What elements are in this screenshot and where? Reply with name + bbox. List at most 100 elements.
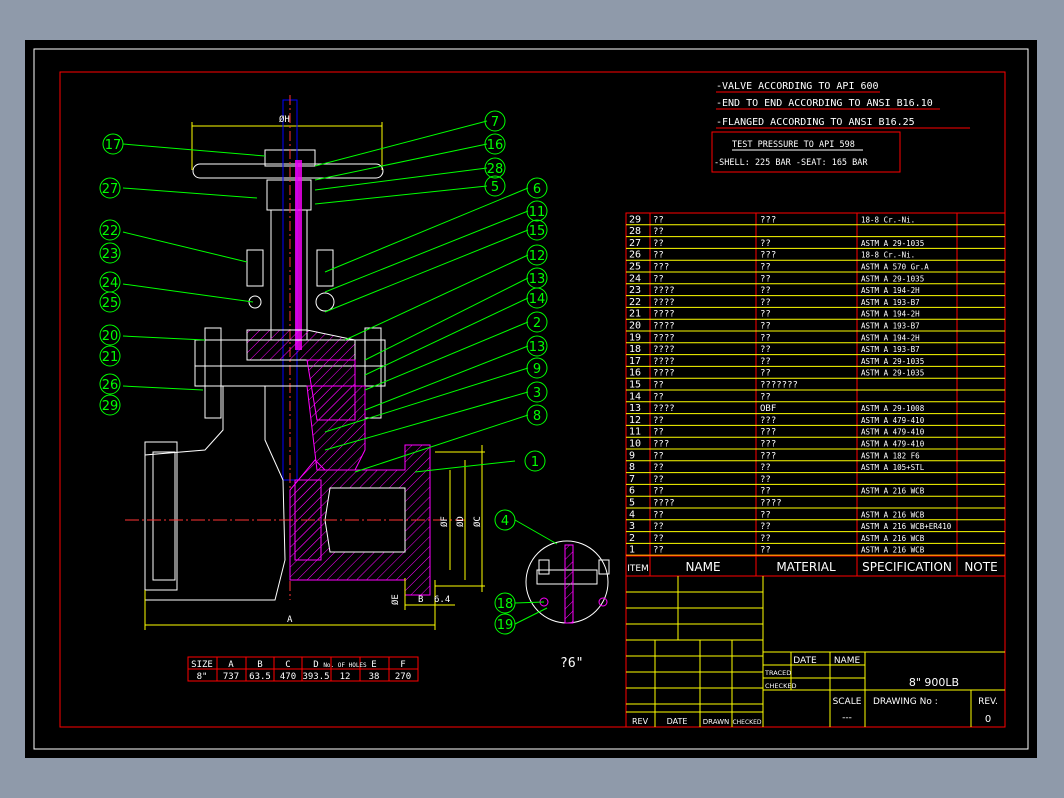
dim-e: ØE (390, 594, 401, 605)
note-6: ?6" (560, 656, 583, 671)
svg-text:28: 28 (487, 162, 504, 177)
part-no: 6 (629, 486, 635, 497)
part-material: ??? (760, 428, 776, 438)
part-name: ?? (653, 546, 664, 556)
part-material: ?? (760, 239, 771, 249)
balloon-19: 19 (494, 613, 516, 635)
balloon-9: 9 (526, 357, 548, 379)
svg-text:15: 15 (529, 224, 546, 239)
svg-text:1: 1 (531, 455, 539, 470)
balloon-2: 2 (526, 311, 548, 333)
tb-scale-value: --- (842, 713, 852, 723)
part-no: 17 (629, 356, 641, 367)
part-spec: ASTM A 216 WCB (861, 487, 925, 496)
drawing-title: 8" 900LB (909, 676, 959, 689)
part-name: ?? (653, 215, 664, 225)
balloon-1: 1 (524, 450, 546, 472)
part-no: 15 (629, 380, 641, 391)
svg-text:16: 16 (487, 138, 504, 153)
part-material: ??? (760, 440, 776, 450)
size-value-b: 63.5 (249, 672, 271, 682)
part-material: ?? (760, 392, 771, 402)
part-no: 10 (629, 439, 641, 450)
balloon-13-lower: 13 (526, 335, 548, 357)
balloon-16: 16 (484, 133, 506, 155)
part-material: ?? (760, 522, 771, 532)
part-material: ??? (760, 451, 776, 461)
part-spec: ASTM A 216 WCB (861, 510, 925, 519)
part-no: 7 (629, 474, 635, 485)
size-value-holes: 12 (340, 672, 351, 682)
part-spec: ASTM A 29-1008 (861, 404, 925, 413)
part-name: ???? (653, 404, 675, 414)
part-name: ?? (653, 428, 664, 438)
part-material: ?? (760, 487, 771, 497)
svg-text:13: 13 (529, 272, 546, 287)
tb-rev-col: REV (632, 717, 649, 726)
parts-row: 3???? ASTM A 216 WCB+ER410 (626, 521, 1005, 533)
balloon-25: 25 (99, 291, 121, 313)
size-table: SIZE A B C D No. OF HOLES E F 8" 737 63.… (187, 656, 419, 682)
svg-text:2: 2 (533, 316, 541, 331)
part-material: ?? (760, 475, 771, 485)
parts-row: 8???? ASTM A 105+STL (626, 462, 1005, 474)
part-spec: ASTM A 29-1035 (861, 369, 924, 378)
size-header-d: D (313, 660, 318, 670)
part-name: ?? (653, 381, 664, 391)
part-spec: ASTM A 29-1035 (861, 274, 924, 283)
yoke-top (266, 179, 312, 211)
part-name: ?? (653, 475, 664, 485)
part-spec: 18-8 Cr.-Ni. (861, 215, 915, 224)
part-no: 9 (629, 450, 635, 461)
balloon-8: 8 (526, 404, 548, 426)
part-name: ??? (653, 440, 669, 450)
balloon-15: 15 (526, 219, 548, 241)
part-material: ?? (760, 546, 771, 556)
part-spec: ASTM A 194-2H (861, 310, 920, 319)
tb-drawing-no: DRAWING No : (873, 697, 938, 707)
svg-text:3: 3 (533, 386, 541, 401)
parts-row: 14???? (626, 391, 1005, 403)
balloon-23: 23 (99, 242, 121, 264)
part-name: ?? (653, 251, 664, 261)
parts-row: 10?????? ASTM A 479-410 (626, 439, 1005, 450)
balloon-26: 26 (99, 373, 121, 395)
dim-c: ØC (472, 516, 483, 527)
part-name: ???? (653, 286, 675, 296)
parts-row: 29????? 18-8 Cr.-Ni. (626, 214, 1005, 226)
size-value-c: 470 (280, 672, 296, 682)
part-no: 23 (629, 285, 641, 296)
test-pressure-values: -SHELL: 225 BAR -SEAT: 165 BAR (714, 158, 868, 168)
balloon-28: 28 (484, 157, 506, 179)
parts-row: 27???? ASTM A 29-1035 (626, 238, 1005, 249)
svg-text:19: 19 (497, 618, 514, 633)
header-specification: SPECIFICATION (862, 560, 952, 574)
part-material: ???? (760, 499, 782, 509)
dim-d: ØD (455, 516, 466, 527)
balloon-12: 12 (526, 244, 548, 266)
parts-row: 19?????? ASTM A 194-2H (626, 332, 1005, 344)
svg-text:24: 24 (102, 276, 119, 291)
size-header-c: C (285, 660, 290, 670)
parts-row: 18?????? ASTM A 193-B7 (626, 344, 1005, 356)
parts-row: 5???????? (626, 498, 1005, 509)
part-name: ???? (653, 499, 675, 509)
parts-row: 16?????? ASTM A 29-1035 (626, 368, 1005, 379)
svg-text:25: 25 (102, 296, 119, 311)
part-material: ?? (760, 463, 771, 473)
part-spec: ASTM A 479-410 (861, 440, 925, 449)
part-no: 14 (629, 391, 641, 402)
tb-checked: CHECKED (765, 682, 796, 690)
part-material: ?? (760, 534, 771, 544)
part-material: ?? (760, 369, 771, 379)
size-value-e: 38 (369, 672, 380, 682)
part-spec: ASTM A 194-2H (861, 286, 920, 295)
part-name: ?? (653, 227, 664, 237)
part-name: ?? (653, 451, 664, 461)
note-line-2: -END TO END ACCORDING TO ANSI B16.10 (716, 98, 933, 109)
part-no: 2 (629, 533, 635, 544)
part-material: ?? (760, 286, 771, 296)
svg-text:12: 12 (529, 249, 546, 264)
tb-rev-label: REV. (978, 697, 998, 707)
part-no: 26 (629, 250, 641, 261)
